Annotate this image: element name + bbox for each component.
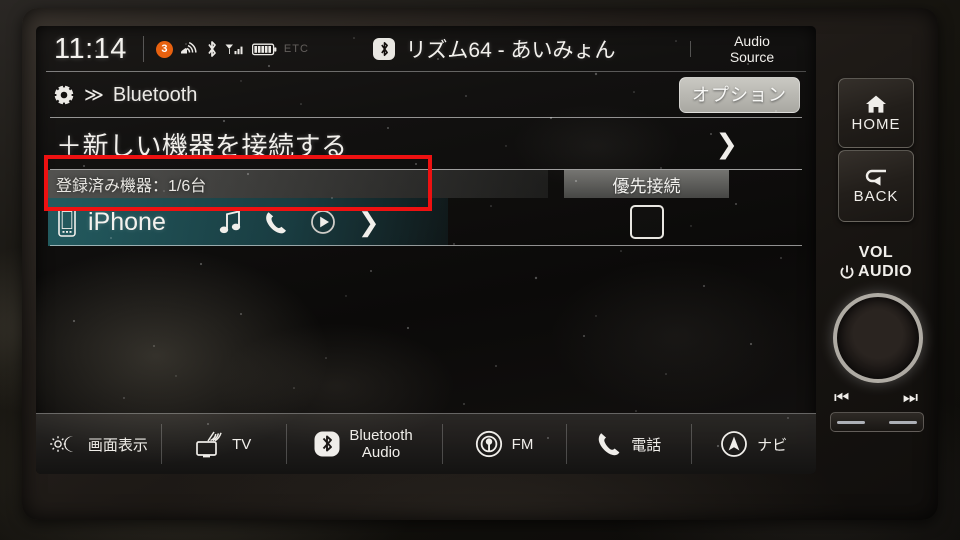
breadcrumb-label: Bluetooth	[112, 83, 198, 106]
bluetooth-icon	[206, 40, 218, 58]
navigation-compass-icon	[720, 430, 748, 458]
chevron-right-icon: ❯	[715, 128, 738, 159]
phone-handset-icon[interactable]	[264, 210, 288, 235]
source-label-display: 画面表示	[87, 436, 148, 454]
source-label-tv: TV	[232, 435, 252, 453]
options-button[interactable]: オプション	[679, 77, 800, 113]
registered-devices-header: 登録済み機器：1/6台 優先接続	[36, 170, 816, 198]
source-item-display[interactable]: 画面表示	[36, 414, 161, 474]
priority-connection-header: 優先接続	[564, 170, 729, 198]
source-label-navigation: ナビ	[757, 436, 788, 454]
now-playing-title: リズム64 - あいみょん	[405, 39, 616, 62]
add-new-device-row[interactable]: ＋新しい機器を接続する ❯	[36, 118, 816, 170]
track-skip-keys: ⏮ ⏭	[834, 388, 918, 408]
tv-antenna-icon	[195, 429, 223, 459]
priority-checkbox-cell[interactable]	[564, 205, 729, 239]
next-track-icon[interactable]: ⏭	[903, 388, 918, 408]
now-playing: リズム64 - あいみょん	[289, 34, 700, 64]
breadcrumb-bar: ≫ Bluetooth オプション	[36, 72, 816, 118]
battery-icon	[251, 43, 277, 56]
source-label-fm: FM	[511, 435, 534, 453]
bluetooth-source-badge-icon	[373, 38, 396, 60]
source-item-phone[interactable]: 電話	[566, 414, 691, 474]
volume-knob[interactable]	[833, 293, 923, 383]
smartphone-icon	[36, 207, 76, 237]
source-label-phone: 電話	[631, 436, 662, 454]
infotainment-screen: 11:14 3 ETC リズム64 - あいみょん Audio Source ≫…	[36, 26, 816, 474]
back-hardkey-label: BACK	[853, 187, 899, 205]
source-bar: 画面表示 TV Bluetooth Audio FM 電話 ナビ	[36, 413, 816, 474]
source-item-bluetooth-audio[interactable]: Bluetooth Audio	[285, 414, 442, 474]
priority-checkbox[interactable]	[629, 205, 664, 239]
radio-tower-icon	[475, 430, 503, 458]
wifi-antenna-icon	[180, 42, 199, 56]
phone-handset-icon	[596, 431, 622, 457]
brightness-day-night-icon	[49, 435, 79, 453]
bluetooth-icon	[314, 431, 340, 457]
back-hardkey[interactable]: BACK	[838, 150, 914, 222]
breadcrumb[interactable]: ≫ Bluetooth	[52, 83, 197, 107]
audio-source-line1: Audio	[734, 33, 770, 49]
notification-badge-icon: 3	[155, 40, 173, 58]
device-name: iPhone	[88, 207, 166, 236]
device-row[interactable]: iPhone ❯	[36, 198, 816, 246]
audio-source-button[interactable]: Audio Source	[690, 33, 816, 65]
volume-label-line1: VOL	[858, 244, 894, 261]
rocker-left-dash	[837, 420, 865, 424]
source-item-navigation[interactable]: ナビ	[691, 414, 816, 474]
source-item-fm[interactable]: FM	[441, 414, 567, 474]
audio-source-line2: Source	[729, 49, 775, 65]
seek-rocker-switch[interactable]	[830, 412, 924, 432]
gear-icon	[52, 83, 76, 107]
power-icon	[840, 264, 854, 279]
home-icon	[865, 94, 887, 114]
source-label-bt-line2: Audio	[361, 444, 401, 461]
status-icon-group: 3 ETC	[144, 40, 309, 58]
volume-label-line2: AUDIO	[857, 263, 913, 280]
chevron-right-icon[interactable]: ❯	[358, 207, 380, 238]
source-item-tv[interactable]: TV	[160, 414, 286, 474]
status-bar: 11:14 3 ETC リズム64 - あいみょん Audio Source	[36, 26, 816, 72]
device-actions: ❯	[218, 207, 380, 238]
back-arrow-icon	[863, 168, 889, 186]
home-hardkey-label: HOME	[851, 115, 901, 133]
clock: 11:14	[54, 32, 127, 65]
rocker-right-dash	[889, 420, 917, 424]
add-new-device-label: ＋新しい機器を接続する	[56, 130, 348, 161]
registered-count-label: 登録済み機器：1/6台	[56, 178, 207, 195]
music-note-icon[interactable]	[218, 209, 242, 235]
play-circle-icon[interactable]	[310, 209, 336, 235]
source-label-bt-line1: Bluetooth	[349, 427, 413, 444]
source-label-bluetooth-audio: Bluetooth Audio	[349, 427, 412, 461]
previous-track-icon[interactable]: ⏮	[834, 388, 849, 408]
home-hardkey[interactable]: HOME	[838, 78, 914, 148]
cellular-signal-icon	[225, 42, 245, 56]
volume-label: VOL AUDIO	[836, 243, 916, 281]
chevron-double-right-icon: ≫	[84, 84, 104, 106]
screenshot-stage: 11:14 3 ETC リズム64 - あいみょん Audio Source ≫…	[0, 0, 960, 540]
